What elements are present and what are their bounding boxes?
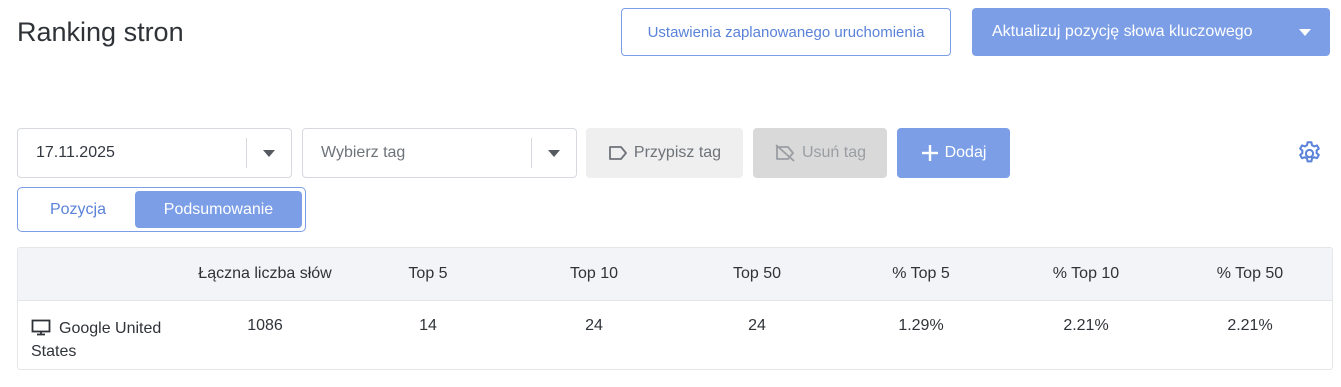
date-dropdown-arrow[interactable] (247, 149, 291, 157)
table-row: Google United States 1086 14 24 24 1.29%… (18, 301, 1332, 369)
column-header-top50[interactable]: Top 50 (677, 265, 837, 283)
desktop-icon (31, 319, 51, 336)
assign-tag-label: Przypisz tag (633, 144, 722, 161)
view-toggle: Pozycja Podsumowanie (17, 187, 306, 232)
top50-value: 24 (748, 317, 766, 334)
top5-value: 14 (419, 317, 437, 334)
view-option-position[interactable]: Pozycja (21, 191, 135, 228)
update-keyword-position-label: Aktualizuj pozycję słowa kluczowego (992, 23, 1253, 40)
add-button[interactable]: Dodaj (897, 128, 1010, 178)
view-option-summary[interactable]: Podsumowanie (135, 191, 302, 228)
tag-dropdown-arrow[interactable] (532, 149, 576, 157)
table-header: Łączna liczba słów Top 5 Top 10 Top 50 %… (18, 248, 1332, 301)
pct-top10-value: 2.21% (1063, 317, 1109, 334)
gear-icon[interactable] (1296, 140, 1323, 167)
chevron-down-icon (548, 149, 560, 157)
tag-off-icon (775, 144, 795, 162)
assign-tag-button[interactable]: Przypisz tag (586, 128, 743, 178)
column-header-top5[interactable]: Top 5 (348, 265, 508, 283)
chevron-down-icon (1299, 28, 1311, 36)
schedule-settings-button[interactable]: Ustawienia zaplanowanego uruchomienia (621, 8, 951, 56)
summary-table: Łączna liczba słów Top 5 Top 10 Top 50 %… (17, 247, 1333, 370)
date-select-value: 17.11.2025 (36, 144, 115, 161)
pct-top5-value: 1.29% (898, 317, 944, 334)
total-words-value: 1086 (247, 317, 283, 334)
chevron-down-icon (263, 149, 275, 157)
remove-tag-button[interactable]: Usuń tag (753, 128, 887, 178)
tag-icon (609, 146, 627, 160)
date-select[interactable]: 17.11.2025 (17, 128, 292, 178)
column-header-pct-top50[interactable]: % Top 50 (1170, 265, 1330, 283)
tag-select[interactable]: Wybierz tag (302, 128, 577, 178)
column-header-top10[interactable]: Top 10 (514, 265, 674, 283)
tag-select-placeholder: Wybierz tag (321, 144, 406, 161)
column-header-pct-top5[interactable]: % Top 5 (841, 265, 1001, 283)
page-title: Ranking stron (17, 17, 184, 47)
pct-top50-value: 2.21% (1227, 317, 1273, 334)
column-header-total-words[interactable]: Łączna liczba słów (185, 265, 345, 283)
plus-icon (921, 145, 938, 161)
top10-value: 24 (585, 317, 603, 334)
column-header-pct-top10[interactable]: % Top 10 (1006, 265, 1166, 283)
update-keyword-position-button[interactable]: Aktualizuj pozycję słowa kluczowego (972, 8, 1330, 56)
update-dropdown-toggle[interactable] (1280, 28, 1330, 36)
remove-tag-label: Usuń tag (801, 144, 867, 161)
search-engine-cell: Google United States (31, 317, 181, 363)
add-label: Dodaj (944, 144, 987, 161)
